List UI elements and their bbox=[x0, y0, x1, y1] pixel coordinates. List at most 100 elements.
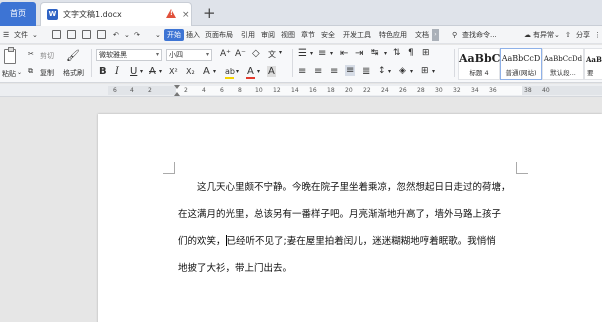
numbered-list-icon[interactable]: ≡ bbox=[318, 48, 326, 59]
menu-review[interactable]: 审阅 bbox=[261, 26, 275, 44]
cut-button[interactable]: 剪切 bbox=[40, 51, 54, 61]
chevron-down-icon[interactable]: ▾ bbox=[388, 68, 391, 75]
show-marks-icon[interactable]: ¶ bbox=[408, 48, 414, 58]
ruler-number: 4 bbox=[130, 87, 134, 94]
text-effect-button[interactable]: A bbox=[203, 66, 210, 77]
align-center-icon[interactable]: ≡ bbox=[314, 66, 322, 77]
ruler-number: 2 bbox=[148, 87, 152, 94]
first-line-indent-marker[interactable] bbox=[174, 85, 180, 89]
chevron-down-icon[interactable]: ▾ bbox=[279, 49, 282, 56]
format-painter-icon[interactable]: 🖌 bbox=[66, 49, 80, 62]
bullet-list-icon[interactable]: ☰ bbox=[298, 48, 307, 59]
chevron-down-icon[interactable]: ▾ bbox=[236, 68, 239, 75]
menu-more-button[interactable]: › bbox=[432, 29, 439, 41]
strikethrough-button[interactable]: A bbox=[149, 66, 156, 77]
print-icon[interactable] bbox=[82, 30, 91, 39]
shading-icon[interactable]: ◈ bbox=[399, 66, 406, 76]
tab-home[interactable]: 首页 bbox=[0, 2, 36, 26]
style-default-paragraph[interactable]: AaBbCcDd 默认段... bbox=[542, 48, 584, 80]
chevron-down-icon[interactable]: ▾ bbox=[410, 68, 413, 75]
subscript-button[interactable]: X₂ bbox=[186, 67, 195, 76]
undo-dropdown-icon[interactable]: ⌄ bbox=[124, 26, 130, 44]
menu-special-apps[interactable]: 特色应用 bbox=[379, 26, 407, 44]
search-icon[interactable]: ⚲ bbox=[452, 26, 457, 44]
menu-page-layout[interactable]: 页面布局 bbox=[205, 26, 233, 44]
chevron-down-icon[interactable]: ▾ bbox=[384, 50, 387, 57]
menu-file[interactable]: 文件 bbox=[14, 26, 28, 44]
bold-button[interactable]: B bbox=[99, 66, 107, 77]
chevron-down-icon[interactable]: ▾ bbox=[432, 68, 435, 75]
font-name-select[interactable]: 微软雅黑 ▾ bbox=[96, 49, 162, 61]
chevron-down-icon[interactable]: ⌄ bbox=[32, 26, 38, 44]
share-icon[interactable]: ⇧ bbox=[565, 26, 571, 44]
tab-document[interactable]: W 文字文稿1.docx ! × bbox=[40, 2, 192, 26]
search-commands[interactable]: 查找命令... bbox=[462, 26, 497, 44]
menu-document[interactable]: 文档 bbox=[415, 26, 429, 44]
format-painter-button[interactable]: 格式刷 bbox=[63, 68, 84, 78]
shrink-font-button[interactable]: A⁻ bbox=[235, 49, 246, 59]
hanging-indent-marker[interactable] bbox=[174, 92, 180, 96]
justify-icon[interactable]: ≡ bbox=[345, 65, 356, 76]
line-spacing-icon[interactable]: ↕ bbox=[378, 66, 386, 76]
pinyin-guide-button[interactable]: 文 bbox=[268, 49, 276, 60]
chevron-down-icon[interactable]: ▾ bbox=[140, 68, 143, 75]
paste-button[interactable]: 粘贴 bbox=[2, 69, 16, 79]
style-partial[interactable]: AaBb 要 bbox=[584, 48, 602, 80]
font-size-select[interactable]: 小四 ▾ bbox=[166, 49, 212, 61]
undo-icon[interactable]: ↶ bbox=[113, 26, 119, 44]
paste-icon[interactable] bbox=[4, 47, 16, 64]
decrease-indent-icon[interactable]: ⇤ bbox=[340, 48, 348, 59]
italic-button[interactable]: I bbox=[115, 66, 119, 77]
highlight-button[interactable]: ab bbox=[225, 67, 235, 76]
more-options-icon[interactable]: ⋮ bbox=[594, 26, 601, 44]
menu-references[interactable]: 引用 bbox=[241, 26, 255, 44]
chevron-down-icon[interactable]: ▾ bbox=[213, 68, 216, 75]
undo-history-icon[interactable] bbox=[67, 30, 76, 39]
document-page[interactable]: 这几天心里颇不宁静。今晚在院子里坐着乘凉，忽然想起日日走过的荷塘， 在这满月的光… bbox=[98, 114, 602, 322]
update-status[interactable]: 有异常 bbox=[533, 26, 554, 44]
paste-dropdown-icon[interactable]: ⌄ bbox=[17, 69, 22, 76]
superscript-button[interactable]: X² bbox=[169, 67, 178, 76]
align-right-icon[interactable]: ≡ bbox=[330, 66, 338, 77]
share-button[interactable]: 分享 bbox=[576, 26, 590, 44]
redo-icon[interactable]: ↷ bbox=[134, 26, 140, 44]
cloud-icon[interactable]: ☁ bbox=[524, 26, 531, 44]
menu-insert[interactable]: 插入 bbox=[186, 26, 200, 44]
underline-button[interactable]: U bbox=[130, 66, 137, 77]
increase-indent-icon[interactable]: ⇥ bbox=[355, 48, 363, 59]
menu-developer-tools[interactable]: 开发工具 bbox=[343, 26, 371, 44]
menu-view[interactable]: 视图 bbox=[281, 26, 295, 44]
chevron-down-icon[interactable]: ▾ bbox=[159, 68, 162, 75]
cut-icon[interactable]: ✂ bbox=[28, 50, 34, 58]
copy-button[interactable]: 复制 bbox=[40, 68, 54, 78]
horizontal-ruler[interactable]: 6 4 2 2 4 6 8 10 12 14 16 18 20 22 24 26… bbox=[0, 84, 602, 97]
chevron-down-icon[interactable]: ⌄ bbox=[554, 26, 560, 44]
distributed-align-icon[interactable]: ≣ bbox=[362, 66, 370, 77]
borders-icon[interactable]: ⊞ bbox=[421, 66, 429, 76]
align-left-icon[interactable]: ≡ bbox=[298, 66, 306, 77]
style-name: 标题 4 bbox=[469, 69, 489, 77]
menu-start[interactable]: 开始 bbox=[164, 29, 184, 41]
menu-security[interactable]: 安全 bbox=[321, 26, 335, 44]
char-shading-button[interactable]: A bbox=[267, 66, 276, 77]
chinese-layout-icon[interactable]: ↹ bbox=[371, 48, 379, 58]
save-icon[interactable] bbox=[52, 30, 61, 39]
copy-icon[interactable]: ⧉ bbox=[28, 67, 33, 76]
print-preview-icon[interactable] bbox=[97, 30, 106, 39]
close-tab-icon[interactable]: × bbox=[182, 3, 190, 27]
sort-icon[interactable]: ⇅ bbox=[393, 48, 401, 58]
new-tab-button[interactable]: + bbox=[203, 2, 216, 24]
style-normal-web[interactable]: AaBbCcD 普通(网站) bbox=[500, 48, 542, 80]
paragraph-settings-icon[interactable]: ⊞ bbox=[422, 48, 430, 58]
menu-chapter[interactable]: 章节 bbox=[301, 26, 315, 44]
chevron-down-icon[interactable]: ▾ bbox=[310, 50, 313, 57]
document-body[interactable]: 这几天心里颇不宁静。今晚在院子里坐着乘凉，忽然想起日日走过的荷塘， 在这满月的光… bbox=[178, 174, 528, 282]
style-heading-4[interactable]: AaBbC 标题 4 bbox=[458, 48, 500, 80]
quick-access-dropdown-icon[interactable]: ⌄ bbox=[155, 26, 161, 44]
clear-format-icon[interactable]: ◇ bbox=[252, 48, 260, 59]
chevron-down-icon[interactable]: ▾ bbox=[330, 50, 333, 57]
font-color-button[interactable]: A bbox=[247, 66, 254, 77]
chevron-down-icon[interactable]: ▾ bbox=[257, 68, 260, 75]
hamburger-icon[interactable]: ☰ bbox=[3, 26, 9, 44]
grow-font-button[interactable]: A⁺ bbox=[220, 49, 231, 59]
